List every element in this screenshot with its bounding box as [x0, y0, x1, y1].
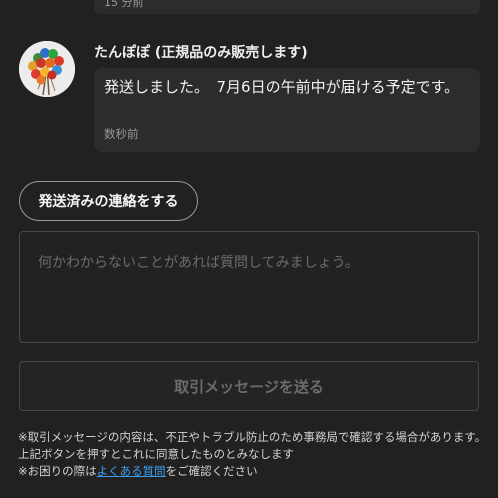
- message-text: 発送しました。 7月6日の午前中が届ける予定です。: [104, 78, 460, 96]
- message-bubble: 発送しました。 7月6日の午前中が届ける予定です。 数秒前: [94, 68, 480, 152]
- previous-message-time: 15 分前: [104, 0, 144, 9]
- message-time: 数秒前: [104, 127, 139, 141]
- note-line-2-suffix: をご確認ください: [165, 464, 258, 478]
- note-line-1: ※取引メッセージの内容は、不正やトラブル防止のため事務局で確認する場合があります…: [18, 430, 487, 461]
- avatar: [19, 41, 75, 97]
- notes: ※取引メッセージの内容は、不正やトラブル防止のため事務局で確認する場合があります…: [18, 429, 488, 480]
- ship-notice-button[interactable]: 発送済みの連絡をする: [19, 181, 198, 221]
- message-input[interactable]: [19, 231, 479, 343]
- note-line-2-prefix: ※お困りの際は: [18, 464, 97, 478]
- previous-message-bubble: 15 分前: [94, 0, 480, 14]
- note-line-2: ※お困りの際はよくある質問をご確認ください: [18, 463, 488, 480]
- send-message-button[interactable]: 取引メッセージを送る: [19, 361, 479, 411]
- avatar-image: [19, 41, 75, 97]
- sender-name: たんぽぽ (正規品のみ販売します): [94, 45, 308, 61]
- transaction-message-screen: 15 分前 たんぽぽ (正規品のみ販売します) 発送しました。 7月6日の午前中…: [0, 0, 498, 498]
- faq-link[interactable]: よくある質問: [97, 464, 166, 478]
